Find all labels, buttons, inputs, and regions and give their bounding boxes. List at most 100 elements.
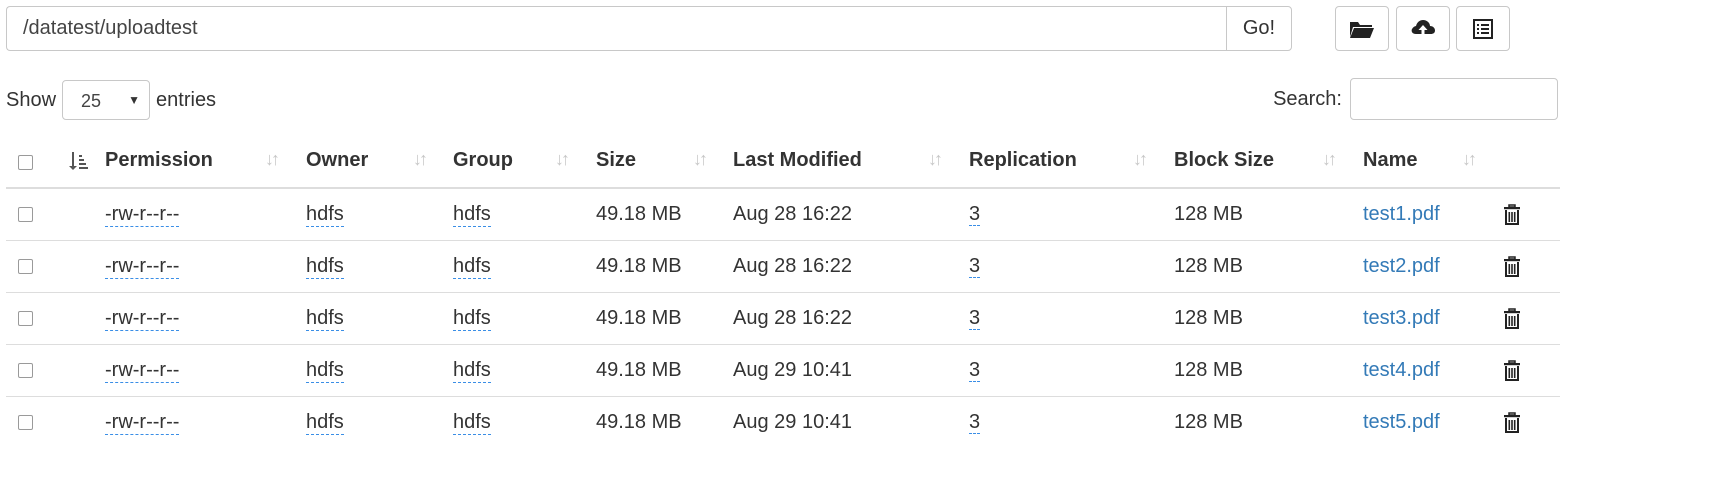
owner-editable[interactable]: hdfs [306,411,344,435]
permission-editable[interactable]: -rw-r--r-- [105,255,180,279]
upload-button[interactable] [1396,6,1450,51]
block-size-cell: 128 MB [1174,411,1243,433]
group-editable[interactable]: hdfs [453,411,491,435]
column-header-size[interactable]: Size ↓↑ [596,137,733,189]
column-header-replication[interactable]: Replication ↓↑ [969,137,1174,189]
length-control: Show 25 ▼ entries [6,80,216,120]
table-row: -rw-r--r-- hdfs hdfs 49.18 MB Aug 29 10:… [6,397,1560,449]
permission-cell: -rw-r--r-- [105,397,306,449]
name-cell: test5.pdf [1363,397,1503,449]
row-checkbox[interactable] [18,207,33,223]
delete-cell [1503,344,1560,397]
select-all-checkbox[interactable] [18,154,33,170]
header-label-last-modified: Last Modified [733,149,862,171]
entries-select[interactable]: 25 ▼ [62,80,151,120]
group-editable[interactable]: hdfs [453,203,491,227]
table-row: -rw-r--r-- hdfs hdfs 49.18 MB Aug 29 10:… [6,344,1560,397]
file-name-link[interactable]: test5.pdf [1363,411,1440,433]
block-size-cell: 128 MB [1174,344,1363,397]
name-cell: test2.pdf [1363,240,1503,293]
path-bar: Go! [6,6,1292,51]
owner-cell: hdfs [306,240,453,293]
file-name-link[interactable]: test3.pdf [1363,307,1440,329]
search-input[interactable] [1350,78,1558,120]
entries-label: entries [156,88,217,111]
owner-editable[interactable]: hdfs [306,359,344,383]
delete-cell [1503,240,1560,293]
file-name-link[interactable]: test1.pdf [1363,203,1440,225]
trash-icon[interactable] [1503,411,1521,434]
column-header-last-modified[interactable]: Last Modified ↓↑ [733,137,969,189]
entries-select-value: 25 [81,91,102,111]
delete-cell [1503,292,1560,345]
owner-cell: hdfs [306,292,453,345]
row-checkbox[interactable] [18,363,33,379]
group-editable[interactable]: hdfs [453,255,491,279]
replication-editable[interactable]: 3 [969,411,981,434]
owner-editable[interactable]: hdfs [306,203,344,227]
sort-both-icon: ↓↑ [1322,149,1337,169]
header-label-permission: Permission [105,149,213,171]
last-modified-cell: Aug 29 10:41 [733,344,969,397]
sort-both-icon: ↓↑ [693,149,708,169]
owner-editable[interactable]: hdfs [306,307,344,331]
file-name-link[interactable]: test4.pdf [1363,359,1440,381]
sort-both-icon: ↓↑ [1133,149,1148,169]
list-alt-icon [1473,18,1493,39]
column-header-block-size[interactable]: Block Size ↓↑ [1174,137,1363,189]
sort-both-icon: ↓↑ [1462,149,1477,169]
sort-both-icon: ↓↑ [555,149,570,169]
column-header-owner[interactable]: Owner ↓↑ [306,137,453,189]
path-input[interactable] [6,6,1226,51]
replication-editable[interactable]: 3 [969,203,981,226]
owner-editable[interactable]: hdfs [306,255,344,279]
table-row: -rw-r--r-- hdfs hdfs 49.18 MB Aug 28 16:… [6,240,1560,293]
owner-cell: hdfs [306,344,453,397]
header-label-size: Size [596,149,637,171]
replication-editable[interactable]: 3 [969,255,981,278]
row-select-cell [6,240,58,293]
owner-cell: hdfs [306,188,453,241]
permission-cell: -rw-r--r-- [105,188,306,241]
permission-cell: -rw-r--r-- [105,240,306,293]
row-checkbox[interactable] [18,415,33,431]
column-header-name[interactable]: Name ↓↑ [1363,137,1503,189]
header-label-group: Group [453,149,513,171]
group-cell: hdfs [453,292,596,345]
size-cell: 49.18 MB [596,344,733,397]
permission-editable[interactable]: -rw-r--r-- [105,203,180,227]
header-label-block-size: Block Size [1174,149,1275,171]
row-select-cell [6,344,58,397]
sort-both-icon: ↓↑ [928,149,943,169]
group-editable[interactable]: hdfs [453,307,491,331]
create-directory-button[interactable] [1335,6,1389,51]
go-button[interactable]: Go! [1226,6,1292,51]
trash-icon[interactable] [1503,359,1521,382]
column-header-group[interactable]: Group ↓↑ [453,137,596,189]
trash-icon[interactable] [1503,203,1521,226]
permission-editable[interactable]: -rw-r--r-- [105,411,180,435]
trash-icon[interactable] [1503,255,1521,278]
replication-editable[interactable]: 3 [969,359,981,382]
group-cell: hdfs [453,344,596,397]
trash-icon[interactable] [1503,307,1521,330]
column-header-permission[interactable]: Permission ↓↑ [105,137,306,189]
delete-cell [1503,397,1560,449]
size-cell: 49.18 MB [596,292,733,345]
header-label-name: Name [1363,149,1418,171]
select-all-cell [6,137,58,189]
group-cell: hdfs [453,240,596,293]
permission-editable[interactable]: -rw-r--r-- [105,307,180,331]
row-checkbox[interactable] [18,311,33,327]
file-name-link[interactable]: test2.pdf [1363,255,1440,277]
name-cell: test3.pdf [1363,292,1503,345]
replication-editable[interactable]: 3 [969,307,981,330]
row-checkbox[interactable] [18,259,33,275]
sort-column-header[interactable] [58,137,105,189]
row-select-cell [6,397,58,449]
group-editable[interactable]: hdfs [453,359,491,383]
cut-paste-button[interactable] [1456,6,1510,51]
owner-cell: hdfs [306,397,453,449]
actions-header [1503,137,1560,189]
permission-editable[interactable]: -rw-r--r-- [105,359,180,383]
